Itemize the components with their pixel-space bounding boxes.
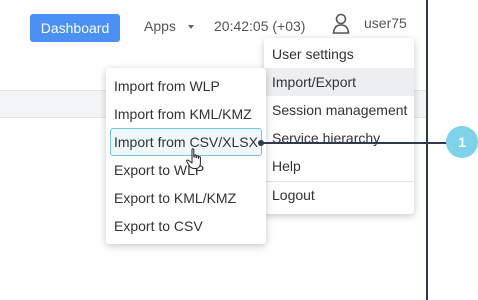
- apps-label: Apps: [144, 18, 176, 34]
- apps-menu[interactable]: Apps: [144, 18, 194, 34]
- menu-item-help[interactable]: Help: [264, 152, 414, 180]
- menu-item-import-export[interactable]: Import/Export: [264, 68, 414, 96]
- callout-anchor-dot: [258, 140, 264, 146]
- caret-down-icon: [187, 25, 194, 30]
- callout-badge: 1: [446, 126, 478, 158]
- menu-item-import-kml-kmz[interactable]: Import from KML/KMZ: [106, 100, 266, 128]
- user-icon[interactable]: [332, 13, 350, 35]
- menu-item-import-wlp[interactable]: Import from WLP: [106, 72, 266, 100]
- menu-item-service-hierarchy[interactable]: Service hierarchy: [264, 124, 414, 152]
- menu-item-user-settings[interactable]: User settings: [264, 40, 414, 68]
- app-window: Dashboard Apps 20:42:05 (+03) user75 Use…: [0, 0, 428, 300]
- menu-item-export-kml-kmz[interactable]: Export to KML/KMZ: [106, 184, 266, 212]
- menu-item-session-management[interactable]: Session management: [264, 96, 414, 124]
- hand-pointer-icon: [186, 148, 201, 169]
- menu-item-export-csv[interactable]: Export to CSV: [106, 212, 266, 240]
- user-dropdown-menu: User settings Import/Export Session mana…: [264, 38, 414, 214]
- menu-item-logout[interactable]: Logout: [264, 181, 414, 209]
- dashboard-button[interactable]: Dashboard: [30, 14, 120, 42]
- clock: 20:42:05 (+03): [214, 18, 306, 34]
- callout-leader-line: [262, 142, 450, 144]
- username[interactable]: user75: [364, 15, 407, 31]
